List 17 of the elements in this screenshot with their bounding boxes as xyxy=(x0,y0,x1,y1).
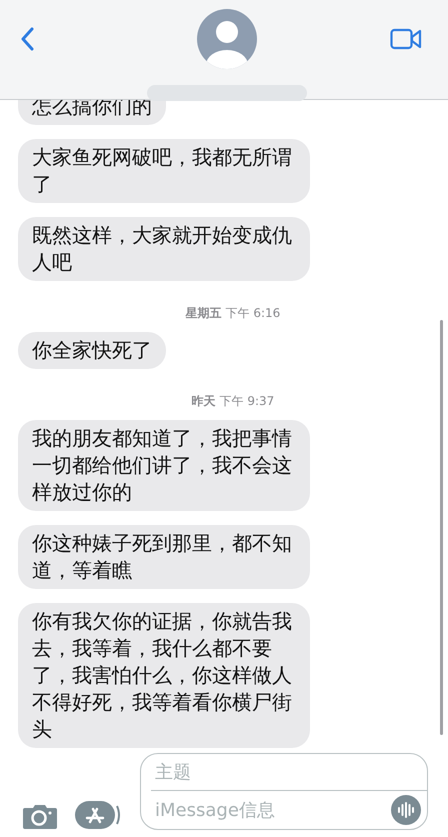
message-bubble: 既然这样，大家就开始变成仇人吧 xyxy=(18,217,310,281)
audio-wave-icon[interactable] xyxy=(391,795,421,825)
message-bubble: 你这种婊子死到那里，都不知道，等着瞧 xyxy=(18,525,310,589)
avatar-icon[interactable] xyxy=(197,9,257,69)
message-placeholder: iMessage信息 xyxy=(155,799,275,822)
back-icon[interactable] xyxy=(20,27,34,51)
message-bubble: 大家鱼死网破吧，我都无所谓了 xyxy=(18,139,310,203)
subject-field[interactable]: 主题 xyxy=(151,754,427,791)
timestamp: 星期五 下午 6:16 xyxy=(186,305,280,322)
message-input[interactable]: 主题 iMessage信息 xyxy=(140,753,428,830)
app-store-icon[interactable] xyxy=(74,800,120,830)
message-bubble: 你有我欠你的证据，你就告我去，我等着，我什么都不要了，我害怕什么，你这样做人不得好死，我等着看你横尸街头 xyxy=(18,603,310,748)
message-bubble: 我的朋友都知道了，我把事情一切都给他们讲了，我不会这样放过你的 xyxy=(18,420,310,511)
camera-icon[interactable] xyxy=(22,802,58,830)
video-camera-icon[interactable] xyxy=(390,28,422,50)
message-bubble: 你全家快死了 xyxy=(18,332,166,369)
timestamp: 昨天 下午 9:37 xyxy=(192,393,274,410)
